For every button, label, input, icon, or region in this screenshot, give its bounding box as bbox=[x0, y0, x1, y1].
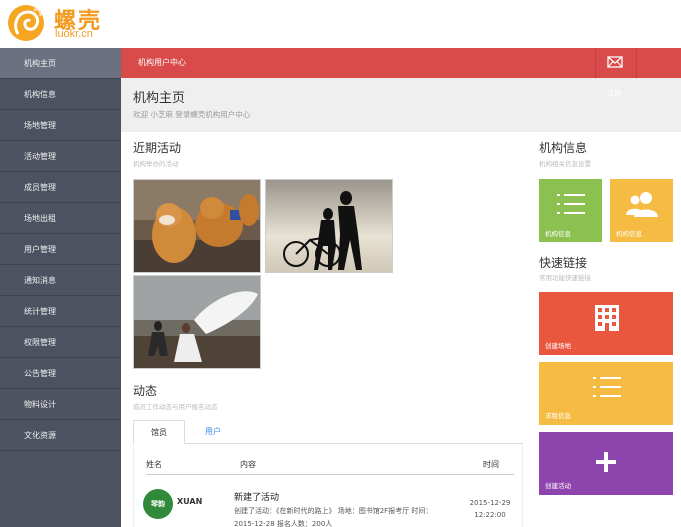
logout-link[interactable]: 注销 bbox=[607, 88, 621, 98]
row-clock: 12:22:00 bbox=[474, 511, 506, 519]
list-icon bbox=[557, 194, 585, 214]
tile-create-activity-label: 创建活动 bbox=[545, 482, 571, 490]
recent-activities-subtitle: 机构举办的活动 bbox=[133, 160, 179, 168]
sidebar-item-rental[interactable]: 场地出租 bbox=[0, 203, 121, 234]
plus-icon bbox=[596, 452, 616, 472]
users-icon bbox=[626, 192, 658, 217]
building-icon bbox=[595, 305, 619, 331]
row-name: XUAN bbox=[177, 497, 203, 506]
sidebar: 机构主页 机构信息 场地管理 活动管理 成员管理 场地出租 用户管理 通知消息 … bbox=[0, 48, 121, 527]
tile-create-venue-label: 创建场地 bbox=[545, 342, 571, 350]
feed-title: 动态 bbox=[133, 384, 158, 398]
quick-links-title: 快速链接 bbox=[539, 256, 588, 270]
column-header-time: 时间 bbox=[483, 460, 499, 469]
mail-button[interactable] bbox=[595, 48, 637, 78]
dogs-photo bbox=[134, 180, 260, 272]
recent-activities-title: 近期活动 bbox=[133, 141, 182, 155]
feed-table: 姓名 内容 时间 琴韵 XUAN 新建了活动 创建了活动：《在新时代的路上》 场… bbox=[133, 444, 523, 527]
tile-org-members[interactable]: 机构信息 bbox=[610, 179, 673, 242]
org-info-title: 机构信息 bbox=[539, 141, 588, 155]
sidebar-item-home[interactable]: 机构主页 bbox=[0, 48, 121, 79]
table-divider bbox=[146, 474, 514, 475]
feed-subtitle: 成员工作动态与用户报名动态 bbox=[133, 403, 218, 411]
column-header-name: 姓名 bbox=[146, 460, 162, 469]
row-description: 创建了活动：《在新时代的路上》 场地：图书馆2F报考厅 时间：2015-12-2… bbox=[234, 507, 433, 527]
sidebar-item-activities[interactable]: 活动管理 bbox=[0, 141, 121, 172]
logo-shell-icon bbox=[8, 5, 44, 41]
logo-text-en: luokr.cn bbox=[55, 28, 93, 40]
list-icon bbox=[593, 377, 621, 397]
sidebar-item-org-info[interactable]: 机构信息 bbox=[0, 79, 121, 110]
sidebar-item-permissions[interactable]: 权限管理 bbox=[0, 327, 121, 358]
tile-rental-requests[interactable]: 求租信息 bbox=[539, 362, 673, 425]
avatar-text: 琴韵 bbox=[151, 500, 165, 508]
activity-photo-dogs[interactable] bbox=[133, 179, 261, 273]
quick-links-subtitle: 常用功能快速链接 bbox=[539, 274, 591, 282]
sidebar-item-members[interactable]: 成员管理 bbox=[0, 172, 121, 203]
envelope-icon bbox=[607, 56, 623, 68]
welcome-text: 欢迎 小芝麻 登录螺壳机构用户中心 bbox=[133, 110, 251, 119]
tile-create-venue[interactable]: 创建场地 bbox=[539, 292, 673, 355]
logo[interactable]: 螺壳 luokr.cn bbox=[6, 2, 116, 44]
feed-tabs: 馆员 用户 bbox=[133, 420, 523, 444]
column-header-content: 内容 bbox=[240, 460, 256, 469]
row-title: 新建了活动 bbox=[234, 493, 280, 503]
row-time: 2015-12-29 12:22:00 bbox=[465, 497, 515, 521]
row-date: 2015-12-29 bbox=[469, 499, 511, 507]
top-bar: 机构用户中心 bbox=[121, 48, 681, 78]
topbar-title: 机构用户中心 bbox=[138, 58, 186, 67]
tile-rental-requests-label: 求租信息 bbox=[545, 412, 571, 420]
sidebar-item-culture[interactable]: 文化资源 bbox=[0, 420, 121, 451]
tile-org-info-label: 机构信息 bbox=[545, 230, 571, 238]
tile-org-info[interactable]: 机构信息 bbox=[539, 179, 602, 242]
avatar: 琴韵 bbox=[143, 489, 173, 519]
wedding-photo bbox=[134, 276, 260, 368]
org-info-subtitle: 机构相关信息设置 bbox=[539, 160, 591, 168]
sidebar-item-materials[interactable]: 物料设计 bbox=[0, 389, 121, 420]
page-title: 机构主页 bbox=[133, 91, 186, 106]
activity-photo-wedding[interactable] bbox=[133, 275, 261, 369]
tile-create-activity[interactable]: 创建活动 bbox=[539, 432, 673, 495]
sidebar-item-venues[interactable]: 场地管理 bbox=[0, 110, 121, 141]
tab-user[interactable]: 用户 bbox=[193, 420, 233, 444]
sidebar-item-statistics[interactable]: 统计管理 bbox=[0, 296, 121, 327]
activity-photo-cyclists[interactable] bbox=[265, 179, 393, 273]
sidebar-item-announcements[interactable]: 公告管理 bbox=[0, 358, 121, 389]
page-header: 机构主页 欢迎 小芝麻 登录螺壳机构用户中心 注销 bbox=[121, 78, 681, 132]
tab-staff[interactable]: 馆员 bbox=[133, 420, 185, 444]
cyclists-silhouette-photo bbox=[266, 180, 392, 272]
sidebar-item-users[interactable]: 用户管理 bbox=[0, 234, 121, 265]
tile-org-members-label: 机构信息 bbox=[616, 230, 642, 238]
sidebar-item-notifications[interactable]: 通知消息 bbox=[0, 265, 121, 296]
